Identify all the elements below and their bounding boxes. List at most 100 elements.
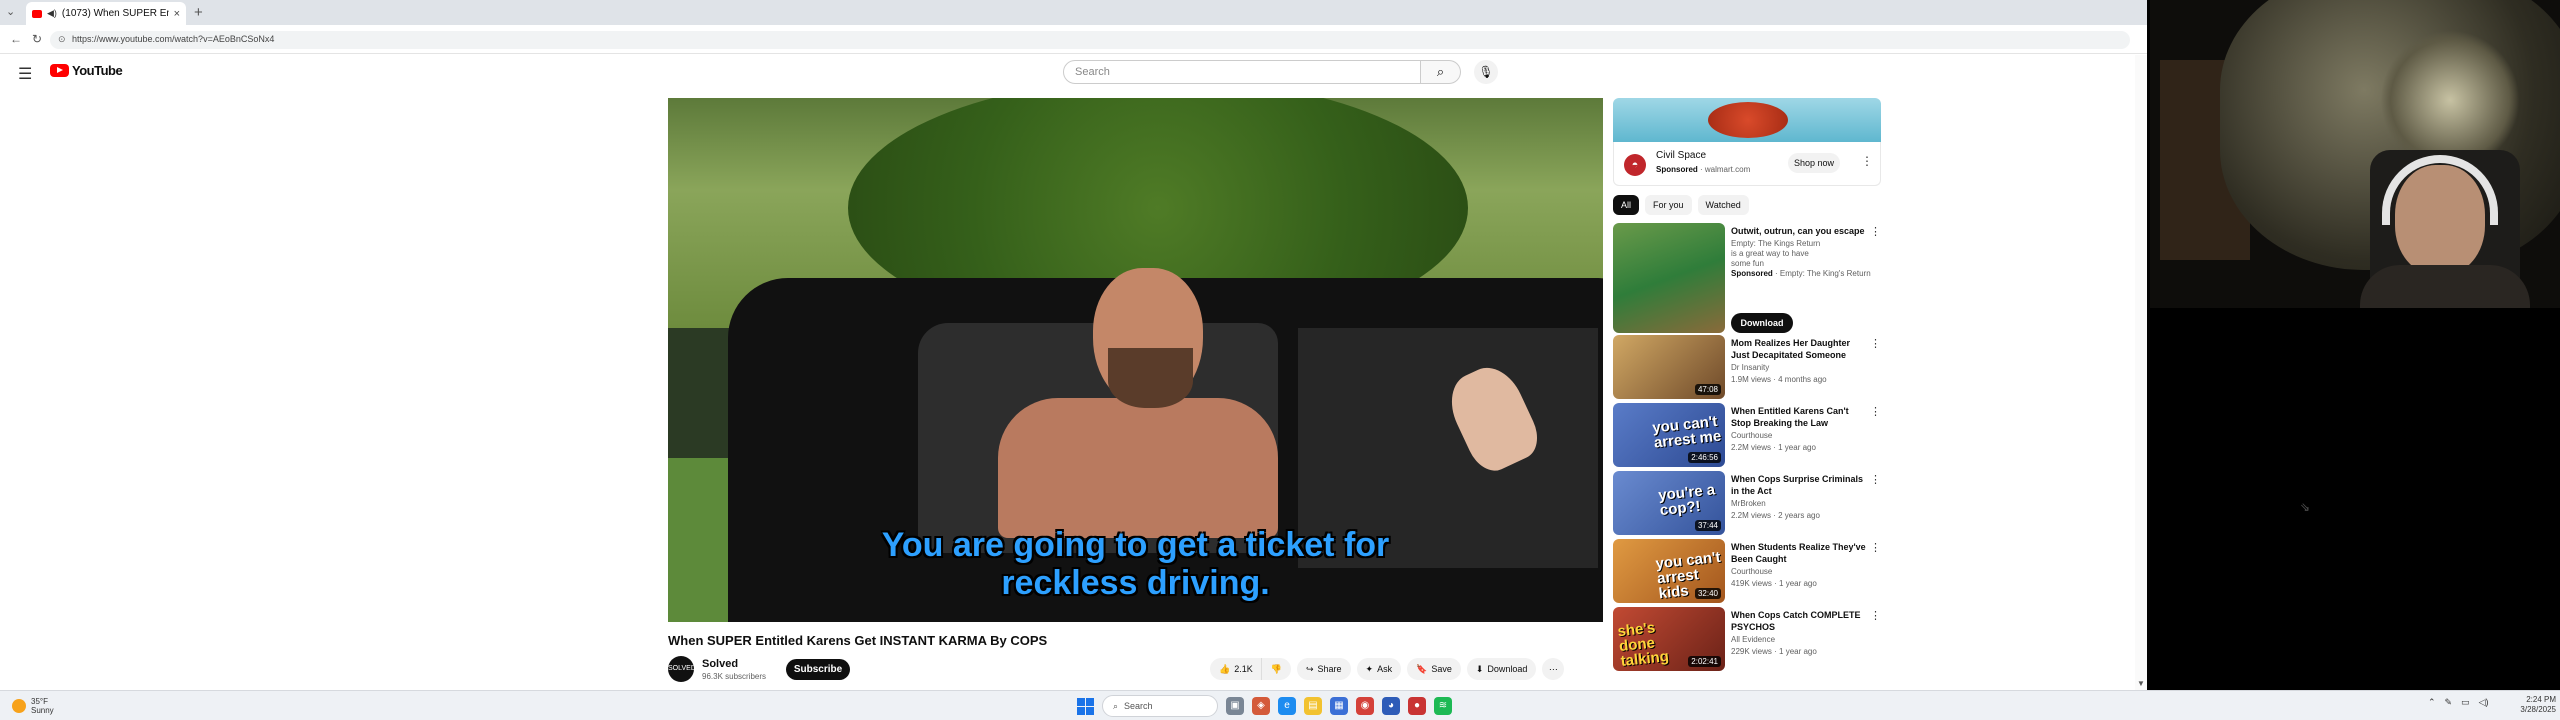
ask-button[interactable]: ✦ Ask [1356, 658, 1402, 680]
more-options-icon[interactable]: ⋮ [1870, 473, 1881, 486]
address-bar[interactable]: ⊙ https://www.youtube.com/watch?v=AEoBnC… [50, 31, 2130, 49]
subscribe-button[interactable]: Subscribe [786, 659, 850, 680]
like-button[interactable]: 👍 2.1K [1210, 658, 1261, 680]
webcam-person-body [2360, 265, 2530, 308]
discord-icon[interactable]: ◕ [1382, 697, 1400, 715]
weather-temp: 35°F [31, 697, 48, 706]
ask-label: Ask [1377, 664, 1393, 674]
duration-badge: 37:44 [1694, 520, 1721, 531]
list-item[interactable]: 47:08 Mom Realizes Her Daughter Just Dec… [1613, 335, 1881, 403]
site-info-icon[interactable]: ⊙ [58, 34, 66, 45]
list-item-sponsored[interactable]: Outwit, outrun, can you escape Empty: Th… [1613, 223, 1881, 335]
save-label: Save [1431, 664, 1452, 674]
voice-search-button[interactable]: 🎙 [1474, 60, 1498, 84]
back-button[interactable]: ← [10, 32, 22, 46]
list-item[interactable]: she's done talking 2:02:41 When Cops Cat… [1613, 607, 1881, 675]
chrome-icon[interactable]: ◉ [1356, 697, 1374, 715]
more-options-icon[interactable]: ⋮ [1870, 609, 1881, 622]
video-player[interactable]: You are going to get a ticket for reckle… [668, 98, 1603, 622]
taskbar-search[interactable]: ⌕ Search [1102, 695, 1218, 717]
chip-for-you[interactable]: For you [1645, 195, 1692, 215]
download-button[interactable]: ⬇ Download [1466, 658, 1537, 680]
pen-icon[interactable]: ✎ [2445, 697, 2453, 708]
reload-button[interactable]: ↻ [32, 32, 42, 46]
clock-time: 2:24 PM [2526, 695, 2556, 704]
search-icon: ⌕ [1436, 64, 1445, 79]
list-item[interactable]: you can't arrest me 2:46:56 When Entitle… [1613, 403, 1881, 471]
search-input[interactable]: Search [1063, 60, 1421, 84]
youtube-logo[interactable]: YouTube [50, 63, 123, 78]
ad-menu-icon[interactable]: ⋮ [1861, 154, 1873, 168]
duration-badge: 32:40 [1694, 588, 1721, 599]
tray-overflow-icon[interactable]: ⌃ [2428, 697, 2436, 708]
tab-search-button[interactable]: ⌄ [6, 5, 15, 18]
copilot-icon[interactable]: ◈ [1252, 697, 1270, 715]
taskbar-clock[interactable]: 2:24 PM 3/28/2025 [2520, 695, 2556, 715]
channel-subscribers: 96.3K subscribers [702, 672, 767, 681]
ad-banner-image[interactable] [1613, 98, 1881, 142]
sponsored-download-button[interactable]: Download [1731, 313, 1793, 333]
video-thumbnail[interactable]: 47:08 [1613, 335, 1725, 399]
advertiser-name: Civil Space [1656, 150, 1707, 161]
rec-sponsored-label: Sponsored [1731, 269, 1773, 278]
spotify-icon[interactable]: ≋ [1434, 697, 1452, 715]
rec-channel[interactable]: Courthouse [1731, 431, 1772, 440]
taskbar-apps: ⌕ Search ▣ ◈ e ▤ ▦ ◉ ◕ ● ≋ [1077, 695, 1452, 717]
more-options-icon[interactable]: ⋮ [1870, 225, 1881, 238]
filter-chips: All For you Watched [1613, 195, 1881, 217]
url-text: https://www.youtube.com/watch?v=AEoBnCSo… [72, 34, 275, 44]
list-item[interactable]: you can't arrest kids 32:40 When Student… [1613, 539, 1881, 607]
list-item[interactable]: you're a cop?! 37:44 When Cops Surprise … [1613, 471, 1881, 539]
shop-now-button[interactable]: Shop now [1788, 153, 1840, 173]
weather-widget[interactable]: 35°F Sunny [12, 697, 54, 715]
audio-playing-icon[interactable]: ◀) [47, 8, 57, 19]
page-scrollbar[interactable]: ▼ [2135, 55, 2147, 690]
video-thumbnail[interactable]: you're a cop?! 37:44 [1613, 471, 1725, 535]
more-options-icon[interactable]: ⋮ [1870, 337, 1881, 350]
video-thumbnail[interactable]: you can't arrest me 2:46:56 [1613, 403, 1725, 467]
more-options-icon[interactable]: ⋮ [1870, 541, 1881, 554]
channel-name[interactable]: Solved [702, 658, 738, 670]
channel-avatar[interactable]: SOLVED [668, 656, 696, 682]
search-icon: ⌕ [1113, 700, 1119, 711]
video-thumbnail[interactable]: you can't arrest kids 32:40 [1613, 539, 1725, 603]
search-button[interactable]: ⌕ [1421, 60, 1461, 84]
advertiser-logo[interactable]: ◓ [1624, 154, 1646, 176]
edge-icon[interactable]: e [1278, 697, 1296, 715]
store-icon[interactable]: ▦ [1330, 697, 1348, 715]
network-icon[interactable]: ▭ [2461, 697, 2470, 708]
scroll-down-arrow-icon[interactable]: ▼ [2137, 679, 2145, 688]
video-thumbnail[interactable]: she's done talking 2:02:41 [1613, 607, 1725, 671]
obs-icon[interactable]: ● [1408, 697, 1426, 715]
tab-close-icon[interactable]: × [174, 8, 180, 20]
file-explorer-icon[interactable]: ▤ [1304, 697, 1322, 715]
rec-channel[interactable]: MrBroken [1731, 499, 1766, 508]
weather-condition: Sunny [31, 706, 54, 715]
share-button[interactable]: ↪ Share [1296, 658, 1351, 680]
chip-all[interactable]: All [1613, 195, 1640, 215]
video-captions: You are going to get a ticket for reckle… [668, 526, 1603, 602]
browser-tab-active[interactable]: ◀) (1073) When SUPER Entitled K × [26, 2, 186, 25]
task-view-icon[interactable]: ▣ [1226, 697, 1244, 715]
thumbs-up-icon: 👍 [1219, 663, 1231, 674]
save-button[interactable]: 🔖 Save [1407, 658, 1461, 680]
volume-icon[interactable]: ◁) [2479, 697, 2489, 708]
new-tab-button[interactable]: + [194, 4, 203, 21]
chip-watched[interactable]: Watched [1697, 195, 1749, 215]
rec-meta: 1.9M views · 4 months ago [1731, 375, 1827, 384]
youtube-header: ☰ YouTube Search ⌕ 🎙 [0, 55, 2147, 89]
more-options-icon[interactable]: ⋮ [1870, 405, 1881, 418]
rec-channel[interactable]: Courthouse [1731, 567, 1772, 576]
dislike-button[interactable]: 👎 [1260, 658, 1291, 680]
menu-icon[interactable]: ☰ [18, 64, 32, 84]
start-button-icon[interactable] [1077, 697, 1094, 715]
like-count: 2.1K [1234, 664, 1253, 674]
clock-date: 3/28/2025 [2520, 705, 2556, 714]
video-frame-driver-body [998, 398, 1278, 538]
rec-meta: Empty: The King's Return [1779, 269, 1871, 278]
browser-window: ⌄ ◀) (1073) When SUPER Entitled K × + ← … [0, 0, 2147, 690]
more-actions-button[interactable]: ⋯ [1542, 658, 1565, 680]
rec-channel[interactable]: All Evidence [1731, 635, 1775, 644]
video-thumbnail[interactable] [1613, 223, 1725, 333]
rec-channel[interactable]: Dr Insanity [1731, 363, 1769, 372]
